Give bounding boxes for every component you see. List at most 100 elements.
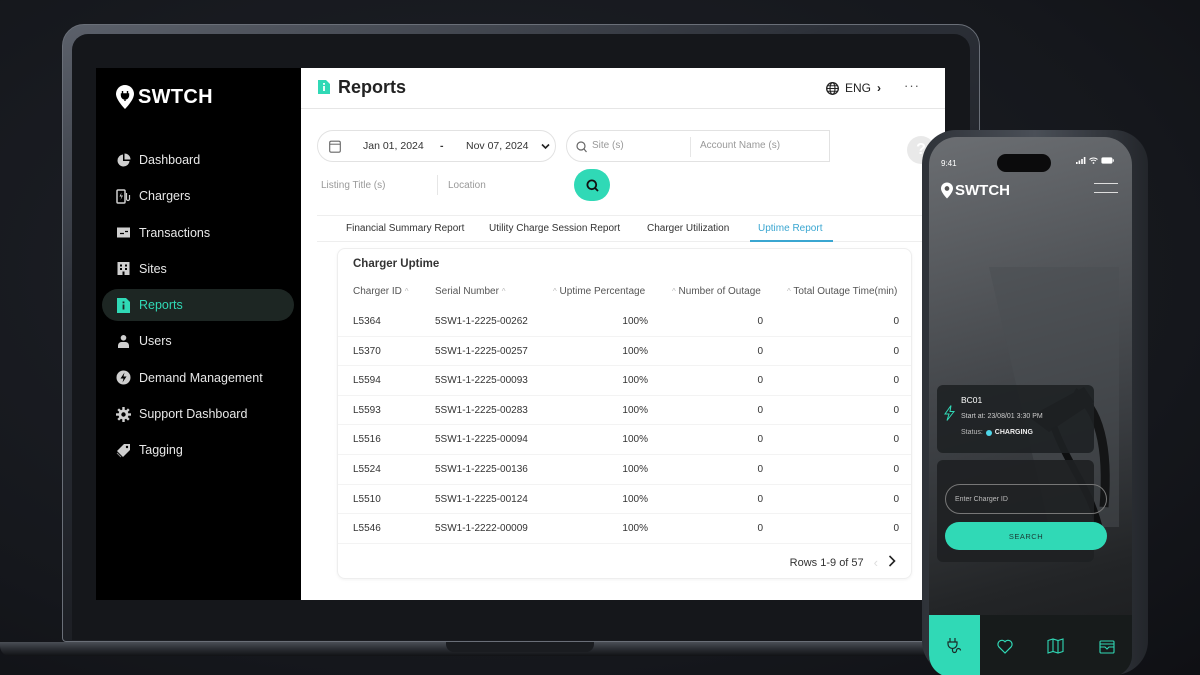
cell-serial-number: 5SW1-1-2225-00262 — [435, 316, 528, 327]
table-row[interactable]: L5510 5SW1-1-2225-00124 100% 0 0 — [338, 485, 911, 515]
hamburger-menu-button[interactable] — [1094, 183, 1118, 201]
status-value: CHARGING — [994, 429, 1033, 436]
sidebar-item-label: Tagging — [139, 443, 183, 458]
bolt-circle-icon — [116, 370, 131, 385]
cell-uptime-percentage: 100% — [622, 523, 648, 535]
cell-number-of-outage: 0 — [757, 375, 763, 387]
cell-total-outage-time: 0 — [893, 375, 899, 387]
logo[interactable]: SWTCH — [116, 85, 213, 109]
cell-serial-number: 5SW1-1-2225-00283 — [435, 404, 528, 416]
more-options-button[interactable]: ··· — [904, 78, 920, 93]
column-header-serial-number[interactable]: Serial Number ^ — [435, 286, 505, 297]
cell-uptime-percentage: 100% — [622, 434, 648, 446]
sidebar-item-support-dashboard[interactable]: Support Dashboard — [102, 398, 294, 430]
listing-title-input[interactable] — [317, 179, 437, 191]
table-row[interactable]: L5370 5SW1-1-2225-00257 100% 0 0 — [338, 337, 911, 367]
tab-utility-charge-session-report[interactable]: Utility Charge Session Report — [489, 223, 620, 234]
table-row[interactable]: L5594 5SW1-1-2225-00093 100% 0 0 — [338, 366, 911, 396]
charger-id-input[interactable] — [945, 484, 1107, 514]
sidebar-item-chargers[interactable]: Chargers — [102, 180, 294, 212]
sidebar-item-label: Sites — [139, 261, 167, 276]
sidebar-item-demand-management[interactable]: Demand Management — [102, 362, 294, 394]
search-icon — [576, 141, 587, 153]
active-tab-indicator — [750, 240, 833, 242]
charger-search-card: SEARCH — [937, 460, 1107, 562]
charger-uptime-card: Charger Uptime Charger ID ^ Serial Numbe… — [337, 248, 912, 579]
phone-logo: SWTCH — [941, 182, 1010, 199]
language-label: ENG — [845, 81, 872, 95]
column-header-uptime-percentage[interactable]: ^ Uptime Percentage — [553, 286, 645, 297]
tab-map[interactable] — [1031, 615, 1082, 675]
column-label: Total Outage Time(min) — [793, 286, 898, 297]
site-input[interactable] — [592, 140, 682, 151]
account-name-input[interactable] — [700, 140, 820, 151]
cell-uptime-percentage: 100% — [622, 345, 648, 357]
phone-time: 9:41 — [941, 159, 957, 168]
tab-charge[interactable] — [929, 615, 980, 675]
sidebar-item-label: Users — [139, 334, 172, 349]
start-date[interactable]: Jan 01, 2024 — [363, 140, 424, 152]
previous-page-button[interactable]: ‹ — [874, 555, 878, 570]
date-range-picker[interactable]: Jan 01, 2024 - Nov 07, 2024 — [317, 130, 556, 162]
sort-icon: ^ — [787, 287, 791, 296]
cell-number-of-outage: 0 — [757, 345, 763, 357]
charging-session-card[interactable]: BC01 Start at: 23/08/01 3:30 PM Status: … — [937, 385, 1094, 453]
cell-uptime-percentage: 100% — [622, 404, 648, 416]
sidebar-item-sites[interactable]: Sites — [102, 253, 294, 285]
plug-icon — [947, 638, 962, 654]
search-button[interactable] — [574, 169, 610, 201]
column-header-charger-id[interactable]: Charger ID ^ — [353, 286, 408, 297]
tab-favorites[interactable] — [980, 615, 1031, 675]
laptop-screen: SWTCH Dashboard Chargers Transactions Si… — [96, 68, 945, 600]
globe-icon — [826, 81, 839, 95]
transactions-icon — [116, 225, 131, 240]
tab-charger-utilization[interactable]: Charger Utilization — [647, 223, 729, 234]
tab-uptime-report[interactable]: Uptime Report — [758, 223, 822, 234]
end-date[interactable]: Nov 07, 2024 — [466, 140, 528, 152]
sort-icon: ^ — [501, 287, 506, 296]
heart-icon — [997, 639, 1013, 654]
table-row[interactable]: L5364 5SW1-1-2225-00262 100% 0 0 — [338, 307, 911, 337]
table-row[interactable]: L5524 5SW1-1-2225-00136 100% 0 0 — [338, 455, 911, 485]
divider — [437, 175, 438, 195]
location-pin-icon — [116, 85, 134, 109]
column-header-number-of-outage[interactable]: ^ Number of Outage — [672, 286, 761, 297]
language-selector[interactable]: ENG › — [826, 81, 881, 95]
logo-text: SWTCH — [138, 85, 213, 108]
cell-uptime-percentage: 100% — [622, 316, 648, 327]
table-body: L5364 5SW1-1-2225-00262 100% 0 0 L5370 5SW1-1-… — [338, 307, 911, 544]
cell-total-outage-time: 0 — [893, 316, 899, 327]
phone-search-button[interactable]: SEARCH — [945, 522, 1107, 550]
tab-wallet[interactable] — [1081, 615, 1132, 675]
table-row[interactable]: L5546 5SW1-1-2222-00009 100% 0 0 — [338, 514, 911, 544]
phone-tab-bar — [929, 615, 1132, 675]
sidebar-item-users[interactable]: Users — [102, 325, 294, 357]
sidebar-item-label: Demand Management — [139, 370, 263, 385]
session-status: Status: CHARGING — [961, 429, 1033, 436]
sidebar-item-dashboard[interactable]: Dashboard — [102, 144, 294, 176]
cell-total-outage-time: 0 — [893, 345, 899, 357]
report-tabs: Financial Summary Report Utility Charge … — [317, 215, 945, 242]
cell-total-outage-time: 0 — [893, 463, 899, 475]
filter-row-1: Jan 01, 2024 - Nov 07, 2024 — [317, 130, 830, 162]
report-icon — [318, 80, 330, 94]
user-icon — [116, 334, 131, 349]
table-header: Charger ID ^ Serial Number ^ ^ Uptime Pe… — [338, 281, 911, 303]
sort-icon: ^ — [404, 287, 409, 296]
table-row[interactable]: L5593 5SW1-1-2225-00283 100% 0 0 — [338, 396, 911, 426]
column-header-total-outage-time[interactable]: ^ Total Outage Time(min) — [787, 286, 897, 297]
chevron-down-icon — [541, 143, 550, 150]
report-icon — [116, 297, 131, 313]
table-row[interactable]: L5516 5SW1-1-2225-00094 100% 0 0 — [338, 425, 911, 455]
cell-total-outage-time: 0 — [893, 434, 899, 446]
tag-icon — [116, 443, 131, 458]
location-input[interactable] — [448, 179, 563, 191]
cell-charger-id: L5370 — [353, 345, 381, 357]
sidebar-item-tagging[interactable]: Tagging — [102, 434, 294, 466]
next-page-button[interactable] — [888, 555, 896, 570]
sidebar-item-transactions[interactable]: Transactions — [102, 217, 294, 249]
sidebar-item-reports[interactable]: Reports — [102, 289, 294, 322]
building-icon — [116, 261, 131, 276]
chevron-right-icon — [888, 555, 896, 567]
tab-financial-summary-report[interactable]: Financial Summary Report — [346, 223, 464, 234]
